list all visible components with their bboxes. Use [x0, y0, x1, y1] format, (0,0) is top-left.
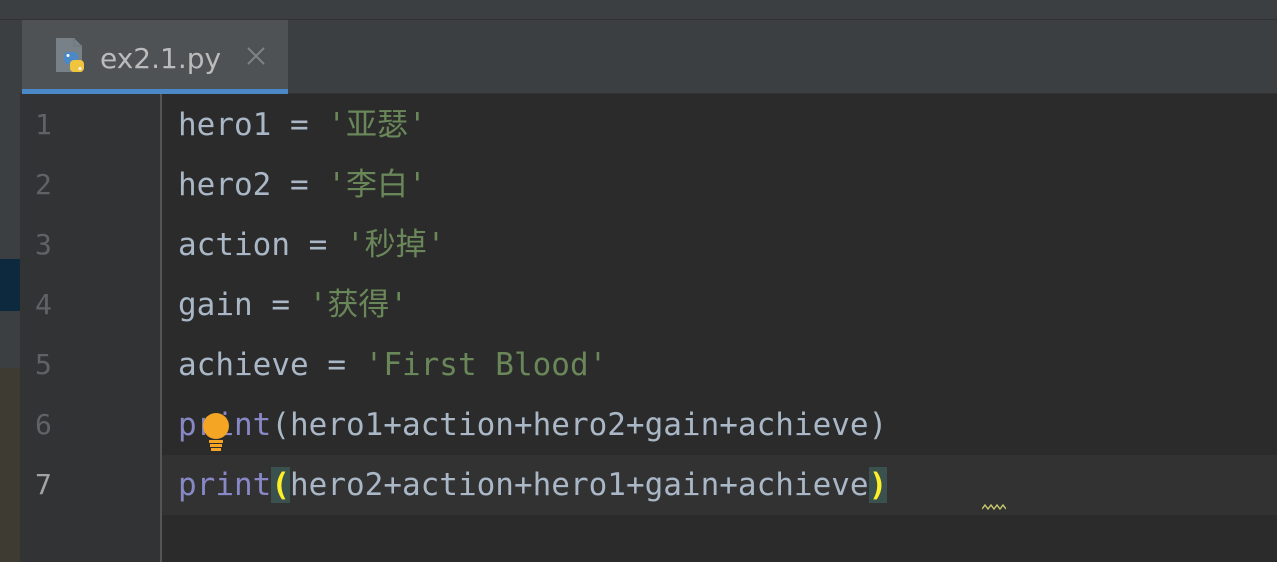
- operator: =: [271, 167, 328, 203]
- operator: =: [271, 107, 328, 143]
- lightbulb-icon[interactable]: [201, 412, 231, 454]
- matched-close-paren: ): [868, 467, 888, 503]
- identifier: hero2: [178, 167, 272, 203]
- matched-open-paren: (: [271, 467, 290, 503]
- code-line-3[interactable]: action = '秒掉': [178, 227, 445, 263]
- code-line-6[interactable]: print(hero1+action+hero2+gain+achieve): [178, 407, 887, 443]
- string-literal: '获得': [308, 287, 408, 323]
- line-number: 2: [35, 168, 52, 201]
- line-number: 3: [35, 228, 52, 261]
- close-tab-icon[interactable]: [244, 44, 268, 68]
- code-line-4[interactable]: gain = '获得': [178, 287, 408, 323]
- tab-ex2-1-py[interactable]: ex2.1.py: [22, 20, 288, 94]
- code-line-1[interactable]: hero1 = '亚瑟': [178, 107, 427, 143]
- line-number: 5: [35, 348, 52, 381]
- line-number-current: 7: [35, 468, 52, 501]
- weak-warning-underline: [982, 503, 1006, 511]
- identifier: action: [178, 227, 290, 263]
- window-top-strip: [0, 0, 1277, 20]
- tab-filename: ex2.1.py: [100, 42, 222, 75]
- line-number: 1: [35, 108, 52, 141]
- builtin-function: print: [178, 467, 272, 503]
- call-arguments: hero2+action+hero1+gain+achieve: [290, 467, 869, 503]
- code-line-5[interactable]: achieve = 'First Blood': [178, 347, 607, 383]
- string-literal: '李白': [327, 167, 427, 203]
- string-literal: '亚瑟': [327, 107, 427, 143]
- string-literal: 'First Blood': [364, 347, 608, 383]
- identifier: gain: [178, 287, 253, 323]
- identifier: achieve: [178, 347, 309, 383]
- operator: =: [252, 287, 309, 323]
- project-panel-lower: [0, 368, 20, 562]
- call-arguments: (hero1+action+hero2+gain+achieve): [271, 407, 888, 443]
- string-literal: '秒掉': [345, 227, 446, 263]
- editor-tab-bar: ex2.1.py: [20, 20, 1277, 94]
- project-panel-edge[interactable]: [0, 20, 20, 562]
- line-number: 4: [35, 288, 52, 321]
- python-file-icon: [56, 38, 84, 72]
- code-line-2[interactable]: hero2 = '李白': [178, 167, 427, 203]
- identifier: hero1: [178, 107, 272, 143]
- operator: =: [289, 227, 346, 263]
- line-number: 6: [35, 408, 52, 441]
- operator: =: [308, 347, 365, 383]
- code-line-7[interactable]: print(hero2+action+hero1+gain+achieve): [178, 467, 888, 503]
- project-panel-selection: [0, 259, 20, 311]
